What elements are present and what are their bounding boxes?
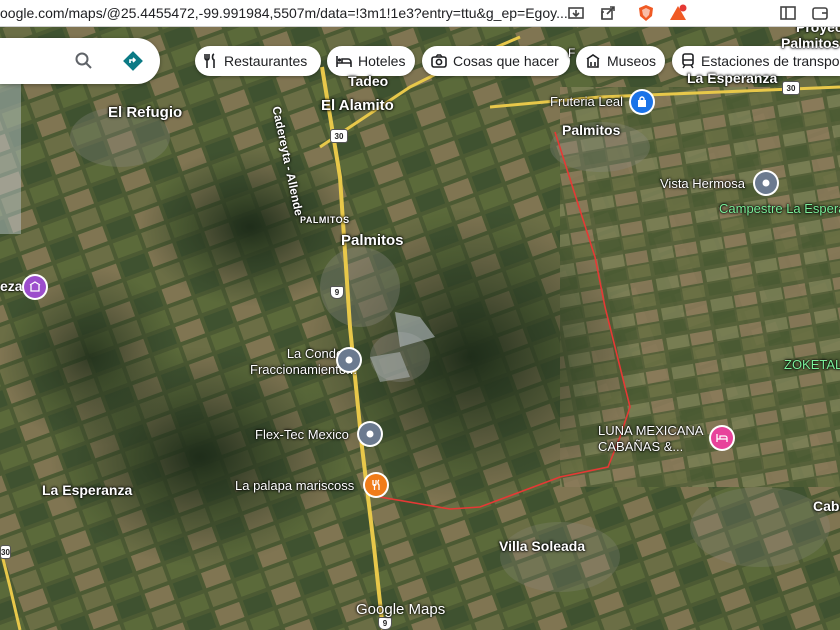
directions-icon[interactable] bbox=[122, 50, 144, 72]
location-dot-icon bbox=[345, 356, 353, 364]
place-label-campestre[interactable]: Campestre La Espera bbox=[719, 201, 840, 216]
brave-shield-icon[interactable] bbox=[636, 3, 656, 23]
place-label-partial: F bbox=[568, 46, 576, 60]
place-label-caba[interactable]: Caba bbox=[813, 498, 840, 514]
place-label-villa-soleada[interactable]: Villa Soleada bbox=[499, 538, 585, 554]
place-label-palmitos[interactable]: Palmitos bbox=[341, 232, 404, 249]
sidebar-icon[interactable] bbox=[778, 3, 798, 23]
poi-label-vista-hermosa[interactable]: Vista Hermosa bbox=[660, 176, 745, 191]
satellite-map[interactable]: Restaurantes Hoteles Cosas que hacer Mus… bbox=[0, 27, 840, 630]
share-icon[interactable] bbox=[598, 3, 618, 23]
museum-icon bbox=[586, 54, 600, 68]
place-label-palmitos-small: PALMITOS bbox=[300, 215, 350, 225]
chip-restaurantes[interactable]: Restaurantes bbox=[195, 46, 321, 76]
side-panel-edge[interactable] bbox=[0, 84, 21, 234]
search-icon[interactable] bbox=[74, 51, 94, 71]
route-shield: 9 bbox=[330, 286, 344, 299]
place-label-tadeo[interactable]: Tadeo bbox=[348, 73, 388, 89]
route-shield: 9 bbox=[378, 617, 392, 630]
wallet-icon[interactable] bbox=[810, 3, 830, 23]
place-label-eza[interactable]: eza bbox=[0, 278, 23, 294]
place-label-palmitos-top[interactable]: Palmitos bbox=[781, 35, 839, 51]
chip-label: Cosas que hacer bbox=[453, 53, 559, 69]
place-label-palmitos-ne[interactable]: Palmitos bbox=[562, 122, 620, 138]
poi-pin-flex-tec[interactable] bbox=[359, 423, 381, 445]
search-box[interactable] bbox=[0, 38, 160, 84]
poi-pin-la-condesa[interactable] bbox=[338, 349, 360, 371]
poi-label-fruteria-leal[interactable]: Fruteria Leal bbox=[550, 94, 623, 109]
chip-label: Hoteles bbox=[358, 53, 406, 69]
place-label-la-esperanza[interactable]: La Esperanza bbox=[42, 482, 132, 498]
restaurant-icon bbox=[372, 479, 380, 490]
camera-icon bbox=[431, 54, 447, 68]
poi-label-la-palapa[interactable]: La palapa mariscoss bbox=[235, 478, 354, 493]
poi-pin-luna-mexicana[interactable] bbox=[711, 427, 733, 449]
place-label-el-refugio[interactable]: El Refugio bbox=[108, 104, 182, 121]
hotel-icon bbox=[336, 56, 352, 67]
chip-label: Estaciones de transpo bbox=[701, 53, 840, 69]
place-label-el-alamito[interactable]: El Alamito bbox=[321, 97, 394, 114]
poi-pin-vista-hermosa[interactable] bbox=[755, 172, 777, 194]
chip-hoteles[interactable]: Hoteles bbox=[327, 46, 415, 76]
chip-museos[interactable]: Museos bbox=[576, 46, 665, 76]
browser-toolbar: oogle.com/maps/@25.4455472,-99.991984,55… bbox=[0, 0, 840, 27]
location-dot-icon bbox=[366, 430, 374, 438]
place-label-proyecto[interactable]: Proyec bbox=[796, 27, 840, 35]
location-dot-icon bbox=[762, 179, 770, 187]
install-app-icon[interactable] bbox=[566, 3, 586, 23]
poi-pin-la-palapa[interactable] bbox=[365, 474, 387, 496]
poi-pin-museum-west[interactable] bbox=[24, 276, 46, 298]
shopping-bag-icon bbox=[638, 96, 646, 107]
google-maps-watermark: Google Maps bbox=[356, 601, 446, 618]
route-shield: 30 bbox=[330, 129, 348, 143]
poi-label-flex-tec[interactable]: Flex-Tec Mexico bbox=[255, 427, 349, 442]
place-label-la-esperanza-ne[interactable]: La Esperanza bbox=[687, 70, 777, 86]
chip-label: Restaurantes bbox=[224, 53, 308, 69]
route-shield: 30 bbox=[0, 545, 11, 559]
transit-icon bbox=[682, 53, 694, 69]
place-label-zoketal[interactable]: ZOKETAL bbox=[784, 357, 840, 372]
poi-pin-fruteria[interactable] bbox=[631, 91, 653, 113]
hotel-icon bbox=[716, 434, 728, 442]
museum-icon bbox=[29, 281, 41, 292]
restaurant-icon bbox=[204, 53, 215, 68]
rewards-icon[interactable] bbox=[668, 3, 688, 23]
chip-label: Museos bbox=[607, 53, 657, 69]
route-shield: 30 bbox=[782, 81, 800, 95]
address-bar-url[interactable]: oogle.com/maps/@25.4455472,-99.991984,55… bbox=[0, 5, 568, 21]
poi-label-luna-mexicana[interactable]: LUNA MEXICANA CABAÑAS &... bbox=[598, 423, 703, 455]
chip-cosas-que-hacer[interactable]: Cosas que hacer bbox=[422, 46, 570, 76]
